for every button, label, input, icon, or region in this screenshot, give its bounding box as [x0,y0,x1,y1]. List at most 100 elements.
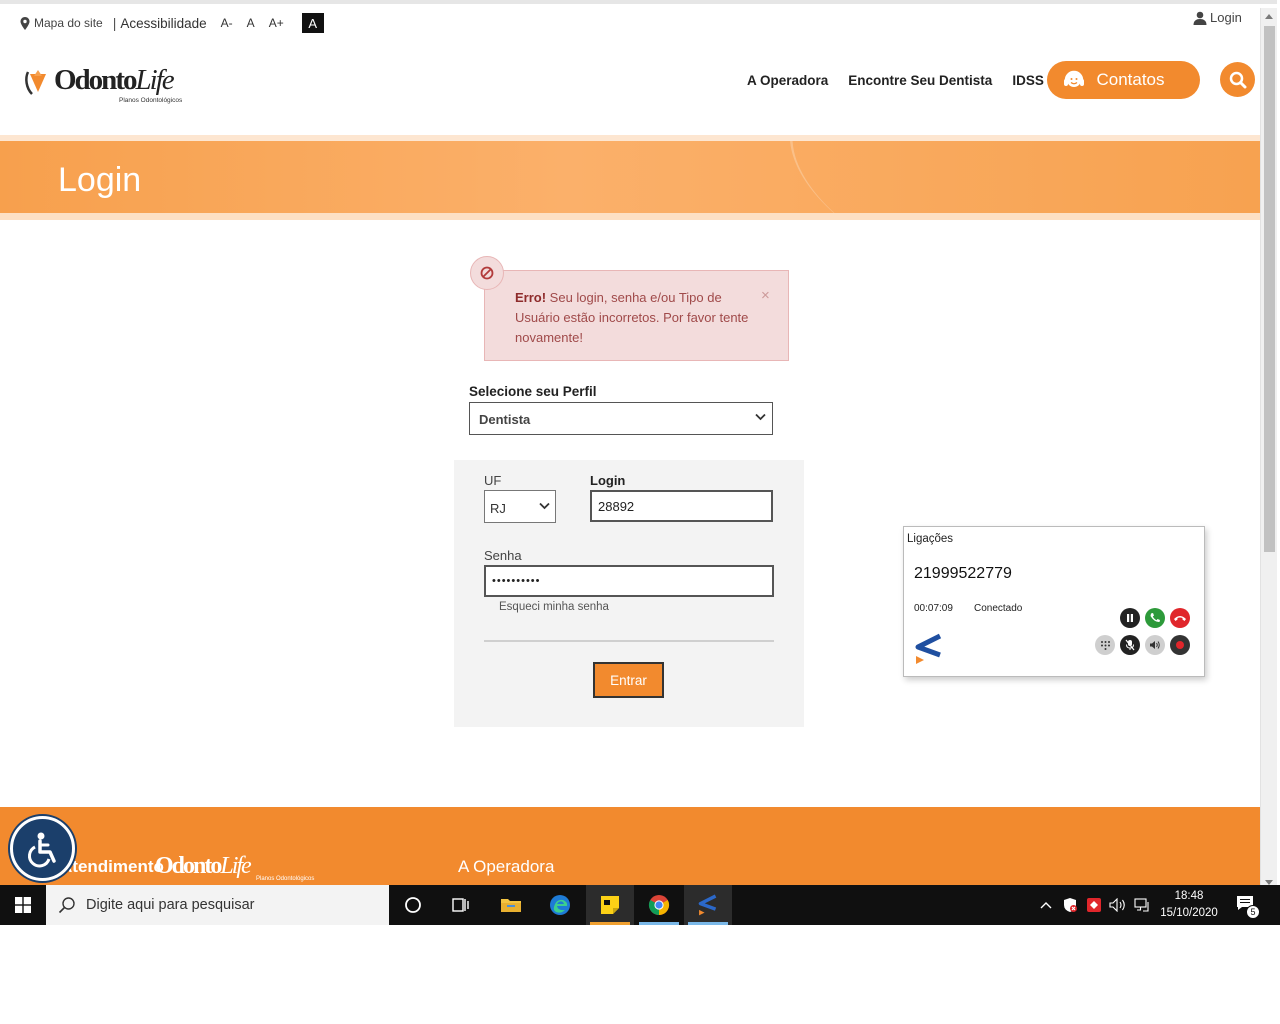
user-icon [1193,11,1207,25]
accessibility-widget-button[interactable] [10,816,75,881]
show-hidden-icons-button[interactable] [1036,885,1056,925]
file-explorer-button[interactable] [487,885,535,925]
contatos-button[interactable]: Contatos [1047,61,1200,99]
speaker-icon [1109,898,1125,912]
uf-label: UF [484,473,502,488]
notification-count: 5 [1246,905,1260,919]
banner-decoration [760,141,1100,213]
font-increase-button[interactable]: A+ [269,16,284,30]
chrome-icon [648,895,670,916]
nav-idss[interactable]: IDSS [1012,73,1044,88]
scroll-up-icon[interactable] [1265,14,1273,19]
shield-icon [1064,898,1077,912]
volume-tray-button[interactable] [1108,885,1128,925]
taskbar-search-placeholder: Digite aqui para pesquisar [86,897,255,913]
sitemap-link[interactable]: Mapa do site [34,16,103,30]
wheelchair-icon [27,832,56,867]
start-button[interactable] [0,885,45,925]
windows-icon [14,897,31,913]
calls-widget: Ligações 21999522779 00:07:09 Conectado [903,526,1205,677]
pause-icon [1127,614,1133,622]
page-scrollbar[interactable] [1260,8,1277,885]
clock-date: 15/10/2020 [1160,907,1218,919]
font-decrease-button[interactable]: A- [221,16,233,30]
sticky-notes-button[interactable] [586,885,634,925]
entrar-button[interactable]: Entrar [593,662,664,698]
taskbar-clock[interactable]: 18:48 15/10/2020 [1152,888,1226,922]
top-login-label: Login [1210,10,1242,25]
scrollbar-thumb[interactable] [1264,26,1275,552]
browser-viewport: Mapa do site | Acessibilidade A- A A+ A … [0,0,1277,885]
ban-icon [480,266,494,280]
cortana-button[interactable] [389,885,437,925]
footer-operadora[interactable]: A Operadora [458,857,554,877]
hangup-button[interactable] [1170,608,1190,628]
forgot-password-link[interactable]: Esqueci minha senha [499,601,609,613]
uf-select[interactable]: RJ [484,490,556,523]
app-tray-icon [1087,898,1101,912]
network-icon [1134,898,1149,912]
task-view-button[interactable] [437,885,485,925]
logo-tagline: Planos Odontológicos [119,97,183,104]
keypad-button[interactable] [1095,635,1115,655]
mute-button[interactable] [1120,635,1140,655]
network-tray-button[interactable] [1132,885,1152,925]
app-tray-button[interactable] [1084,885,1104,925]
main-nav: A Operadora Encontre Seu Dentista IDSS C… [747,61,1200,99]
contrast-button[interactable]: A [301,13,324,33]
dialer-app-button[interactable] [684,885,732,925]
edge-icon [550,895,570,915]
senha-label: Senha [484,548,522,563]
chevron-down-icon [755,413,766,421]
cortana-icon [405,897,421,913]
contatos-label: Contatos [1096,70,1165,89]
transfer-call-button[interactable] [1145,608,1165,628]
folder-icon [501,899,521,912]
blank-area [0,925,1280,1024]
error-icon [470,256,504,290]
error-message: Erro! Seu login, senha e/ou Tipo de Usuá… [515,290,749,345]
top-login-link[interactable]: Login [1193,10,1242,25]
login-label: Login [590,473,626,488]
site-search-button[interactable] [1220,62,1255,97]
map-pin-icon [20,16,30,30]
keypad-icon [1100,640,1110,650]
action-center-button[interactable]: 5 [1236,895,1260,919]
page-title: Login [58,161,142,199]
page-banner: Login [0,141,1260,213]
dialer-logo-icon [915,633,942,664]
sticky-notes-icon [601,896,619,914]
close-alert-button[interactable]: × [761,287,770,304]
nav-dentista[interactable]: Encontre Seu Dentista [848,73,992,88]
chrome-button[interactable] [635,885,683,925]
separator: | [112,15,117,31]
nav-operadora[interactable]: A Operadora [747,73,828,88]
pause-call-button[interactable] [1120,608,1140,628]
perfil-value: Dentista [479,412,531,427]
accessibility-link[interactable]: Acessibilidade [120,16,206,31]
login-value: 28892 [598,498,635,514]
odontolife-logo[interactable]: OdontoLife Planos Odontológicos [24,62,194,110]
login-input[interactable]: 28892 [590,490,773,522]
utility-bar: Mapa do site | Acessibilidade A- A A+ A [20,12,324,34]
senha-input[interactable]: •••••••••• [484,565,774,597]
form-divider [484,640,774,642]
dialer-logo-icon [698,894,717,916]
volume-button[interactable] [1145,635,1165,655]
hangup-icon [1174,616,1186,621]
footer-logo: OdontoLife [155,853,252,879]
font-normal-button[interactable]: A [247,16,255,30]
screen: Mapa do site | Acessibilidade A- A A+ A … [0,0,1280,1024]
call-number: 21999522779 [914,565,1012,582]
record-button[interactable] [1170,635,1190,655]
edge-button[interactable] [536,885,584,925]
perfil-select[interactable]: Dentista [469,402,773,435]
logo-brand: OdontoLife [54,64,175,96]
search-icon [1229,71,1246,88]
phone-icon [1150,613,1160,623]
call-duration: 00:07:09 [914,603,953,614]
security-tray-button[interactable] [1060,885,1080,925]
senha-value: •••••••••• [492,575,541,587]
windows-taskbar: Digite aqui para pesquisar 18:48 15/10/2… [0,885,1280,925]
taskbar-search[interactable]: Digite aqui para pesquisar [46,885,389,925]
